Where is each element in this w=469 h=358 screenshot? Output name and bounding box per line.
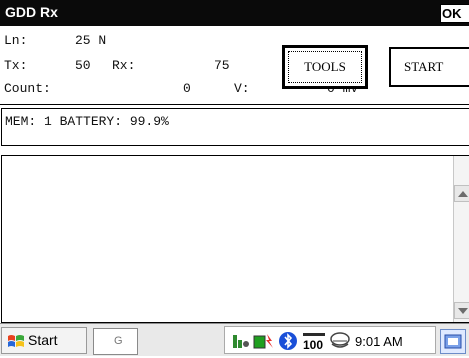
v-label: V:: [234, 81, 250, 96]
windows-flag-icon: [8, 335, 24, 347]
taskbar-start-label: Start: [28, 332, 58, 348]
separator: [0, 104, 469, 105]
battery-icon[interactable]: [253, 332, 275, 350]
keyboard-icon[interactable]: [440, 329, 466, 354]
ln-label: Ln:: [4, 33, 28, 48]
network-icon[interactable]: [329, 331, 351, 351]
tx-value: 50: [75, 58, 91, 73]
volume-icon[interactable]: 100: [301, 330, 327, 352]
taskbar-start-button[interactable]: Start: [1, 327, 87, 354]
taskbar-task-tab[interactable]: G: [93, 328, 138, 355]
scroll-up-button[interactable]: [454, 185, 469, 202]
vertical-scrollbar[interactable]: [453, 156, 469, 322]
svg-text:100: 100: [303, 338, 323, 352]
scroll-down-arrow-icon: [458, 308, 468, 314]
tools-button-label: TOOLS: [288, 51, 362, 83]
task-tab-label: G: [114, 335, 123, 347]
count-value: 0: [183, 81, 191, 96]
bluetooth-icon[interactable]: [278, 331, 298, 351]
rx-label: Rx:: [112, 58, 136, 73]
clock[interactable]: 9:01 AM: [355, 334, 403, 349]
window-title: GDD Rx: [5, 4, 58, 20]
title-bar: GDD Rx OK: [0, 0, 469, 26]
scroll-up-arrow-icon: [458, 191, 468, 197]
connectivity-icon[interactable]: [231, 332, 251, 350]
ln-value: 25 N: [75, 33, 107, 48]
taskbar: Start G 100 9:01 AM: [0, 323, 469, 356]
count-label: Count:: [4, 81, 51, 96]
status-box: MEM: 1 BATTERY: 99.9%: [1, 108, 469, 146]
log-listbox[interactable]: [1, 155, 469, 323]
ok-button[interactable]: OK: [440, 4, 469, 23]
start-button[interactable]: START: [389, 47, 469, 87]
tx-label: Tx:: [4, 58, 28, 73]
rx-value: 75: [214, 58, 230, 73]
scroll-down-button[interactable]: [454, 302, 469, 319]
tools-button[interactable]: TOOLS: [282, 45, 368, 89]
memory-battery-status: MEM: 1 BATTERY: 99.9%: [5, 114, 169, 129]
system-tray: 100 9:01 AM: [224, 326, 436, 354]
